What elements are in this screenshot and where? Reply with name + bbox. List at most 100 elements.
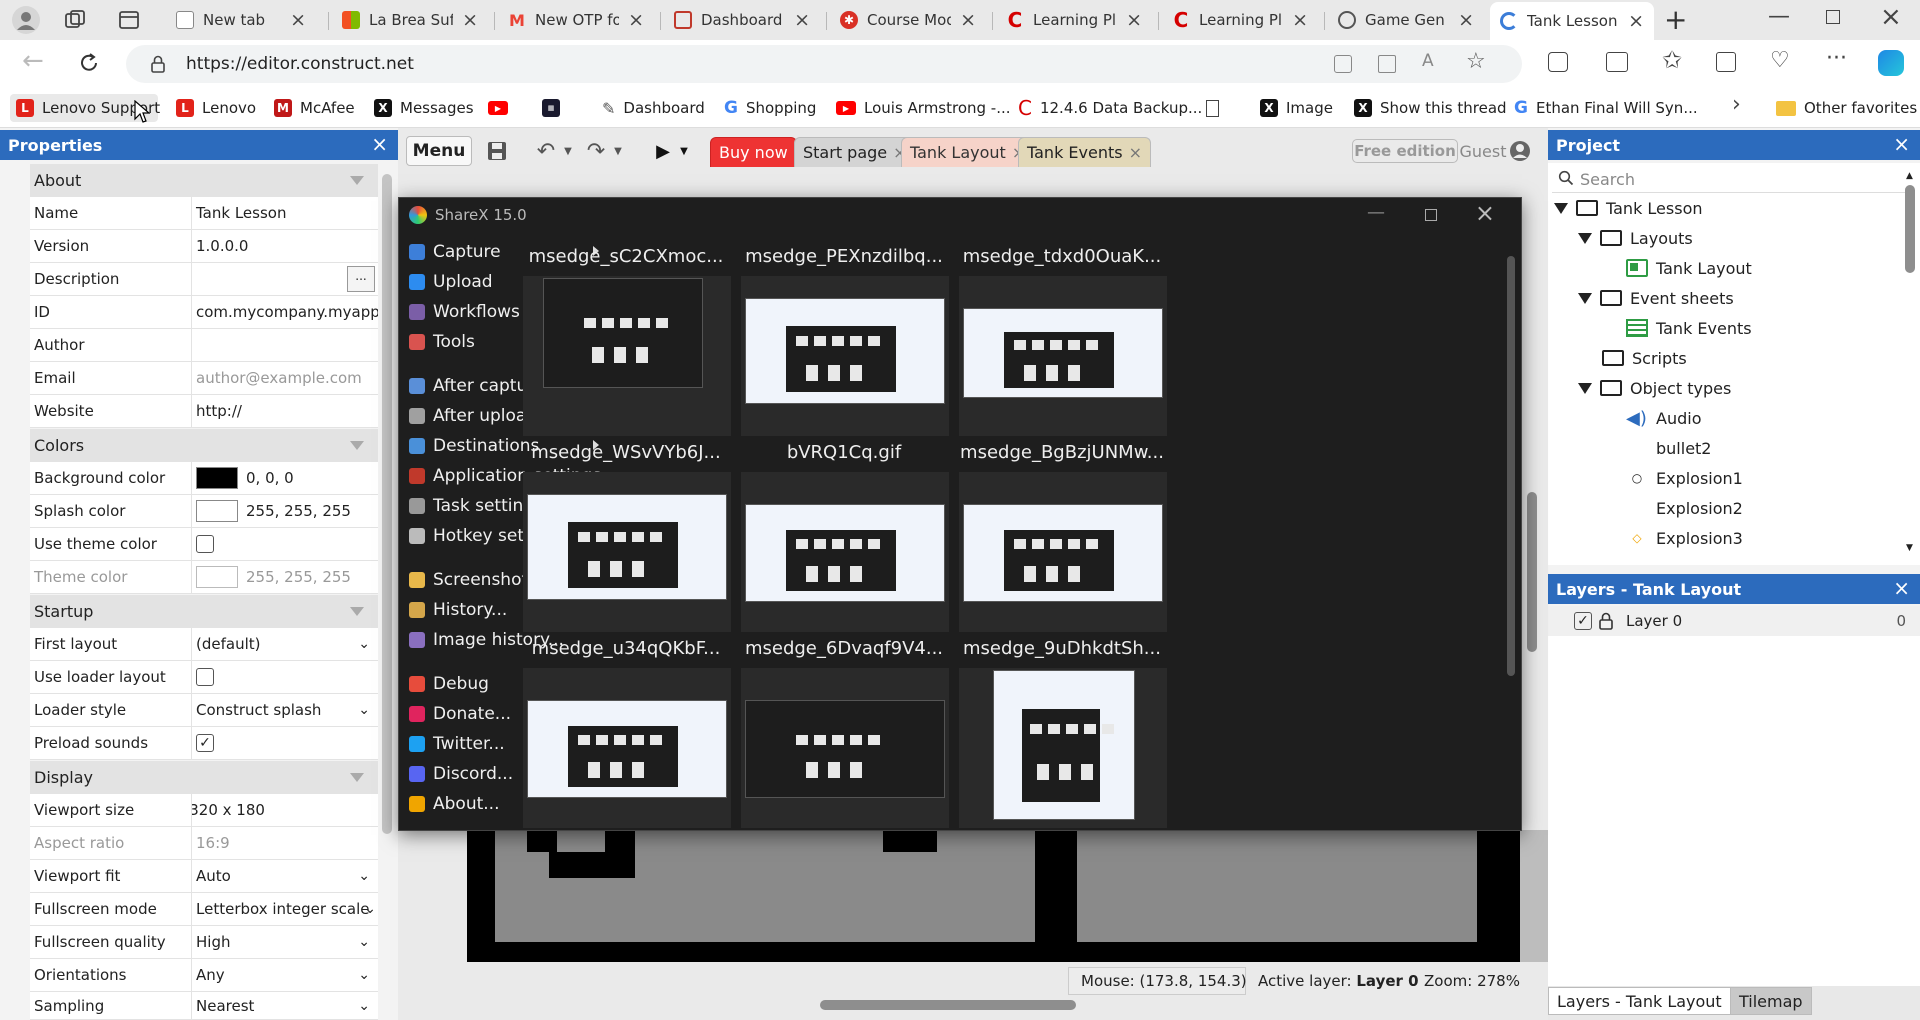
bookmark-dashboard[interactable]: ✎ Dashboard (596, 94, 711, 122)
prop-background-color[interactable]: Background color 0, 0, 0 (30, 462, 378, 495)
buy-now-button[interactable]: Buy now (710, 137, 797, 167)
lock-icon[interactable] (150, 55, 166, 73)
color-swatch[interactable] (196, 467, 238, 489)
bookmark-messages[interactable]: X Messages (368, 94, 480, 122)
close-window-icon[interactable]: × (1475, 199, 1495, 227)
prop-viewport-fit[interactable]: Viewport fit Auto ⌄ (30, 860, 378, 893)
bookmark-lenovo[interactable]: L Lenovo (170, 94, 262, 122)
thumbnail-image[interactable] (523, 276, 731, 436)
layer-visible-checkbox[interactable]: ✓ (1574, 612, 1592, 630)
prop-use-loader-layout[interactable]: Use loader layout (30, 661, 378, 694)
preview-play-icon[interactable]: ▶ (652, 136, 674, 166)
prop-id[interactable]: ID com.mycompany.myapp (30, 296, 378, 329)
thumbnail-image[interactable] (959, 276, 1167, 436)
maximize-icon[interactable] (1425, 209, 1437, 221)
browser-tab[interactable]: CLearning Plat× (996, 4, 1152, 36)
thumbnail-image[interactable] (959, 668, 1167, 828)
chevron-down-icon[interactable]: ⌄ (358, 934, 370, 950)
chevron-down-icon[interactable]: ⌄ (358, 967, 370, 983)
prop-website[interactable]: Website http:// (30, 395, 378, 428)
browser-tab-active[interactable]: Tank Lesson × (1490, 2, 1654, 40)
browser-tab[interactable]: Game Gen C× (1328, 4, 1484, 36)
favorite-star-icon[interactable]: ☆ (1466, 49, 1486, 74)
scroll-up-icon[interactable]: ▲ (1906, 171, 1913, 181)
close-tab-icon[interactable]: × (960, 9, 976, 31)
color-swatch[interactable] (196, 500, 238, 522)
url-text[interactable]: https://editor.construct.net (186, 54, 414, 74)
thumbnail-image[interactable] (959, 472, 1167, 632)
workspaces-icon[interactable] (64, 9, 86, 31)
color-swatch[interactable] (196, 566, 238, 588)
favorites-icon[interactable]: ✩ (1662, 46, 1682, 74)
layout-view-canvas[interactable] (467, 830, 1520, 962)
new-tab-icon[interactable]: + (1664, 3, 1687, 36)
chevron-down-icon[interactable]: ⌄ (358, 868, 370, 884)
tree-object[interactable]: Explosion2 (1626, 493, 1743, 523)
guest-label[interactable]: Guest (1460, 136, 1507, 166)
prop-sampling[interactable]: Sampling Nearest ⌄ (30, 992, 378, 1020)
close-window-icon[interactable]: × (1880, 2, 1902, 32)
url-bar[interactable]: https://editor.construct.net A ☆ (126, 45, 1522, 83)
save-icon[interactable] (484, 136, 510, 166)
sharex-scrollbar[interactable] (1507, 256, 1515, 676)
tree-object[interactable]: ◀) Audio (1626, 403, 1701, 433)
thumbnail-image[interactable] (741, 276, 949, 436)
close-tab-icon[interactable]: × (1628, 10, 1644, 32)
chevron-right-icon[interactable]: › (1732, 92, 1741, 117)
undo-dropdown-icon[interactable]: ▼ (562, 136, 574, 166)
project-scrollbar[interactable] (1905, 185, 1915, 273)
prop-description[interactable]: Description... (30, 263, 378, 296)
prop-first-layout[interactable]: First layout (default) ⌄ (30, 628, 378, 661)
collections-icon[interactable] (1716, 52, 1736, 72)
thumbnail-image[interactable] (523, 668, 731, 828)
close-panel-icon[interactable]: × (1893, 132, 1910, 156)
tree-object[interactable]: bullet2 (1626, 433, 1711, 463)
bookmark-site[interactable]: ▦ (536, 94, 574, 122)
user-avatar-icon[interactable] (1508, 136, 1532, 166)
bookmark-shopping[interactable]: G Shopping (718, 94, 822, 122)
tree-event-sheets[interactable]: Event sheets (1578, 283, 1734, 313)
minimize-icon[interactable]: — (1768, 4, 1790, 29)
thumbnail-label[interactable]: msedge_6Dvaqf9V4... (735, 638, 953, 659)
tree-object[interactable]: ◇ Explosion3 (1626, 523, 1742, 553)
thumbnail-label[interactable]: msedge_PEXnzdilbq... (735, 246, 953, 267)
close-tab-icon[interactable]: × (462, 9, 478, 31)
bookmark-image[interactable]: X Image (1254, 94, 1339, 122)
category-startup[interactable]: Startup (30, 595, 378, 628)
browse-button[interactable]: ... (347, 266, 375, 292)
scroll-down-icon[interactable]: ▼ (1906, 543, 1913, 553)
prop-email[interactable]: Email author@example.com (30, 362, 378, 395)
extensions-icon[interactable] (1548, 52, 1568, 72)
checkbox[interactable] (196, 668, 214, 686)
chevron-down-icon[interactable]: ⌄ (358, 702, 370, 718)
layer-row[interactable]: ✓ Layer 0 0 (1548, 606, 1920, 636)
tree-tank-events[interactable]: Tank Events (1626, 313, 1752, 343)
thumbnail-label[interactable]: bVRQ1Cq.gif (735, 442, 953, 463)
project-search[interactable]: Search (1552, 165, 1910, 193)
thumbnail-image[interactable] (741, 668, 949, 828)
edit-icon[interactable] (1378, 55, 1396, 73)
refresh-icon[interactable] (78, 52, 100, 74)
expanded-icon[interactable] (1554, 202, 1568, 214)
more-icon[interactable]: ··· (1826, 46, 1847, 71)
close-tab-icon[interactable]: × (794, 9, 810, 31)
thumbnail-label[interactable]: msedge_tdxd0OuaK... (953, 246, 1171, 267)
checkbox-checked[interactable]: ✓ (196, 734, 214, 752)
vertical-scrollbar[interactable] (1527, 492, 1537, 652)
browser-tab[interactable]: La Brea Suffe× (332, 4, 488, 36)
prop-loader-style[interactable]: Loader style Construct splash ⌄ (30, 694, 378, 727)
tree-layouts[interactable]: Layouts (1578, 223, 1693, 253)
close-panel-icon[interactable]: × (1893, 576, 1910, 600)
chevron-down-icon[interactable]: ⌄ (358, 998, 370, 1014)
tab-layers[interactable]: Layers - Tank Layout× (1548, 987, 1751, 1015)
back-icon[interactable]: ← (22, 46, 44, 76)
tab-actions-icon[interactable] (118, 9, 140, 31)
bookmark-mcafee[interactable]: M McAfee (268, 94, 361, 122)
bookmark-youtube[interactable]: ▶ (482, 94, 522, 122)
close-tab-icon[interactable]: × (1129, 143, 1142, 162)
bookmark-file[interactable] (1200, 94, 1233, 122)
prop-version[interactable]: Version 1.0.0.0 (30, 230, 378, 263)
tree-root[interactable]: Tank Lesson (1554, 193, 1703, 223)
prop-preload-sounds[interactable]: Preload sounds ✓ (30, 727, 378, 760)
chevron-down-icon[interactable]: ⌄ (364, 901, 376, 917)
